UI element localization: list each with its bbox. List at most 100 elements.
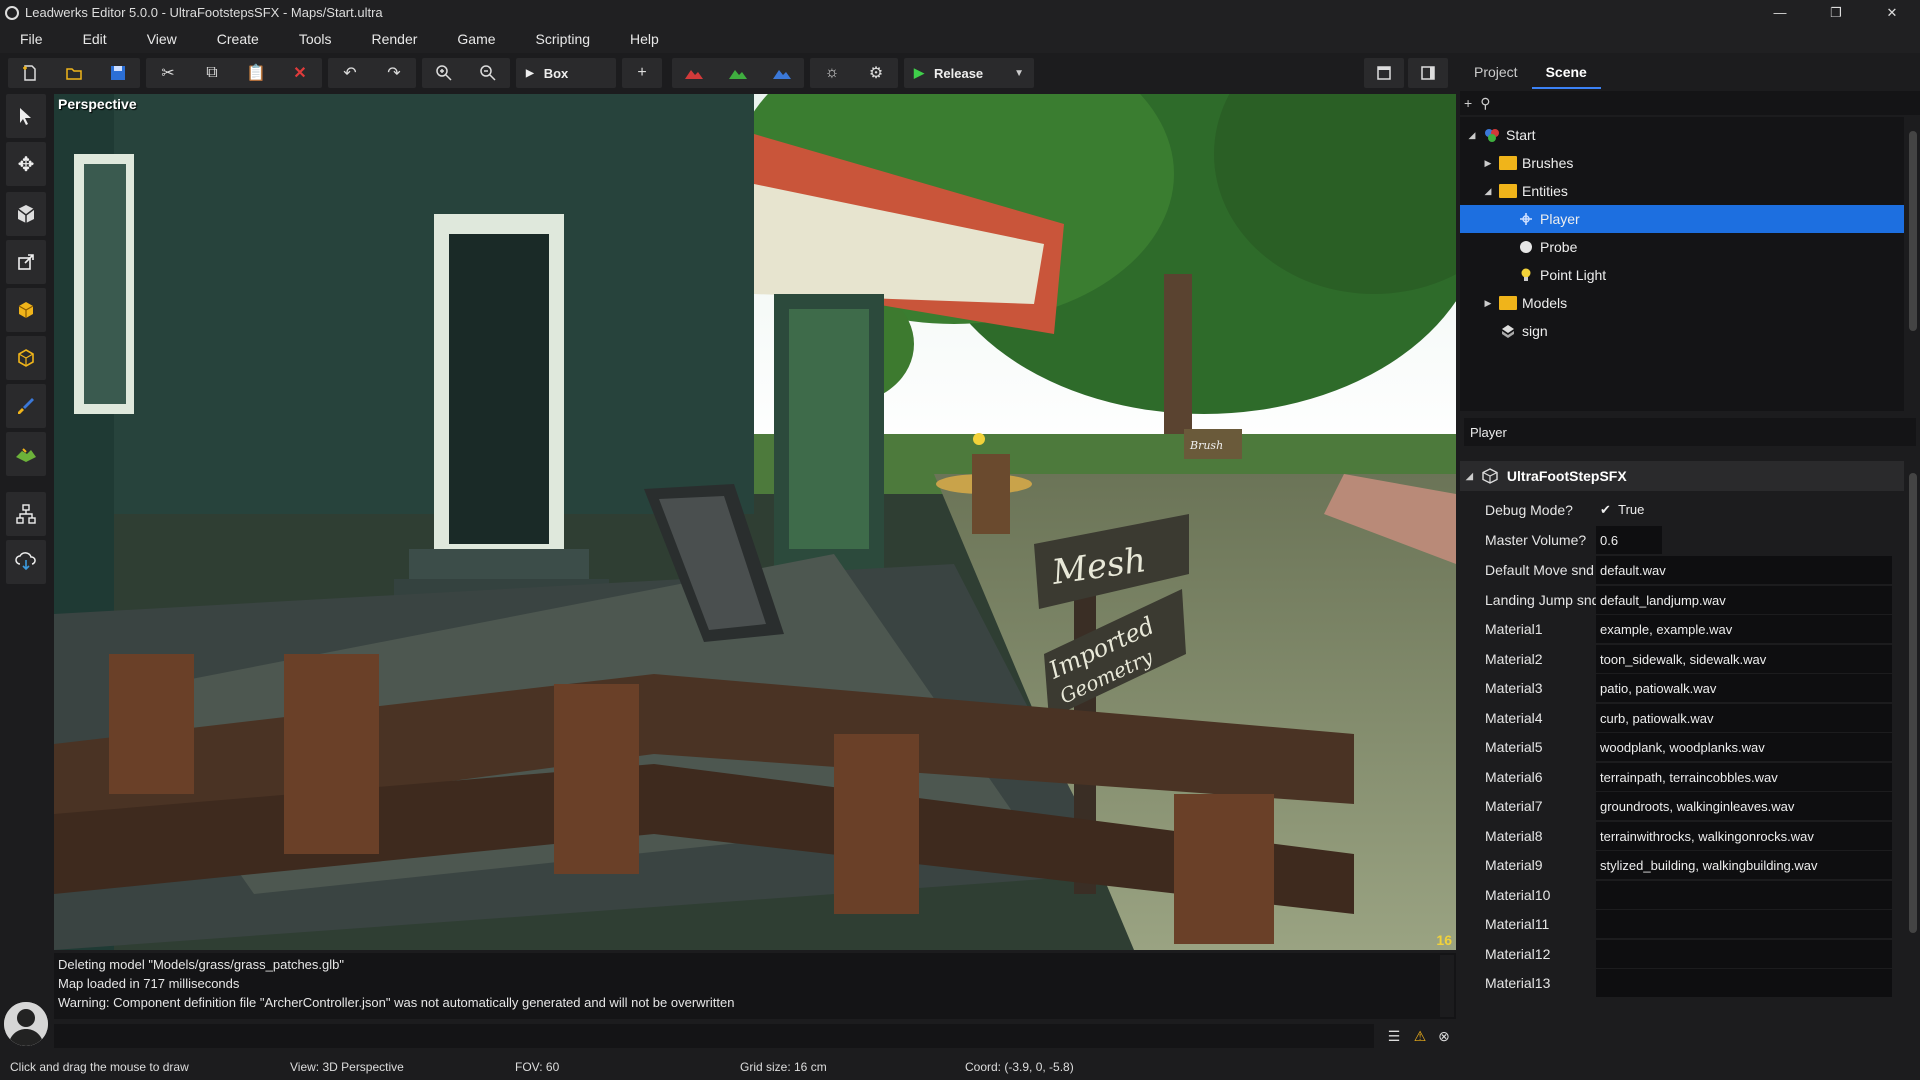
property-value-field[interactable]: default_landjump.wav bbox=[1596, 585, 1892, 614]
tree-item-models[interactable]: ▶ Models bbox=[1460, 289, 1904, 317]
delete-icon[interactable]: ✕ bbox=[278, 58, 322, 88]
property-value-field[interactable]: stylized_building, walkingbuilding.wav bbox=[1596, 851, 1892, 879]
list-icon[interactable]: ☰ bbox=[1384, 1026, 1404, 1046]
property-value-field[interactable]: terrainpath, terraincobbles.wav bbox=[1596, 762, 1892, 791]
avatar[interactable] bbox=[4, 1002, 48, 1046]
undo-icon[interactable]: ↶ bbox=[328, 58, 372, 88]
layout-buttons bbox=[1364, 58, 1452, 88]
tab-scene[interactable]: Scene bbox=[1531, 55, 1601, 89]
property-value-field[interactable] bbox=[1596, 939, 1892, 968]
menu-render[interactable]: Render bbox=[352, 25, 438, 53]
menu-help[interactable]: Help bbox=[610, 25, 679, 53]
property-value-field[interactable]: toon_sidewalk, sidewalk.wav bbox=[1596, 644, 1892, 673]
expand-arrow-icon[interactable]: ◢ bbox=[1466, 130, 1478, 141]
side-panel-icon[interactable] bbox=[1408, 58, 1448, 88]
property-value-field[interactable] bbox=[1596, 910, 1892, 938]
component-header[interactable]: ◢ UltraFootStepSFX bbox=[1460, 461, 1904, 491]
scene-tree: ◢ Start ▶ Brushes ◢ Entities Player Prob… bbox=[1460, 117, 1904, 411]
copy-icon[interactable]: ⧉ bbox=[190, 58, 234, 88]
expand-arrow-icon[interactable]: ◢ bbox=[1482, 186, 1494, 197]
console-line: Map loaded in 717 milliseconds bbox=[58, 976, 240, 991]
cloud-download-icon[interactable] bbox=[6, 540, 46, 584]
add-icon[interactable]: + bbox=[1464, 95, 1472, 111]
property-value-field[interactable]: groundroots, walkinginleaves.wav bbox=[1596, 792, 1892, 820]
zoom-out-icon[interactable] bbox=[466, 58, 510, 88]
tree-item-probe[interactable]: Probe bbox=[1460, 233, 1904, 261]
property-value-field[interactable] bbox=[1596, 969, 1892, 997]
menu-create[interactable]: Create bbox=[197, 25, 279, 53]
terrain-paint-icon[interactable] bbox=[6, 432, 46, 476]
build-config-dropdown[interactable]: ▶ Release ▼ bbox=[904, 58, 1034, 88]
menu-tools[interactable]: Tools bbox=[279, 25, 352, 53]
box-brush-icon[interactable] bbox=[6, 288, 46, 332]
lighting-icon[interactable]: ☼ bbox=[810, 58, 854, 88]
expand-arrow-icon[interactable]: ▶ bbox=[1482, 158, 1494, 169]
debug-checkbox[interactable]: ✔ True bbox=[1600, 502, 1644, 518]
collapse-arrow-icon[interactable]: ◢ bbox=[1466, 471, 1473, 482]
tree-item-start[interactable]: ◢ Start bbox=[1460, 121, 1904, 149]
terrain-green-icon[interactable] bbox=[716, 58, 760, 88]
property-value-field[interactable]: curb, patiowalk.wav bbox=[1596, 703, 1892, 732]
property-label: Master Volume? bbox=[1485, 532, 1587, 548]
minimize-button[interactable]: — bbox=[1752, 0, 1808, 25]
rotate-cube-icon[interactable] bbox=[6, 192, 46, 236]
tree-item-player[interactable]: Player bbox=[1460, 205, 1904, 233]
tree-item-point-light[interactable]: Point Light bbox=[1460, 261, 1904, 289]
maximize-button[interactable]: ❐ bbox=[1808, 0, 1864, 25]
menu-edit[interactable]: Edit bbox=[63, 25, 127, 53]
property-value-field[interactable]: default.wav bbox=[1596, 556, 1892, 584]
open-folder-icon[interactable] bbox=[52, 58, 96, 88]
menu-file[interactable]: File bbox=[0, 25, 63, 53]
redo-icon[interactable]: ↷ bbox=[372, 58, 416, 88]
property-value-field[interactable]: patio, patiowalk.wav bbox=[1596, 674, 1892, 702]
clear-icon[interactable]: ⊗ bbox=[1434, 1026, 1454, 1046]
menu-view[interactable]: View bbox=[127, 25, 197, 53]
new-file-icon[interactable] bbox=[8, 58, 52, 88]
tree-scrollbar[interactable] bbox=[1906, 117, 1920, 411]
brush-shape-label: Box bbox=[543, 65, 569, 81]
add-icon[interactable]: + bbox=[622, 58, 662, 88]
single-view-icon[interactable] bbox=[1364, 58, 1404, 88]
property-value-field[interactable] bbox=[1596, 880, 1892, 909]
expand-arrow-icon[interactable]: ▶ bbox=[1482, 298, 1494, 309]
property-value-field[interactable]: terrainwithrocks, walkingonrocks.wav bbox=[1596, 821, 1892, 850]
close-window-button[interactable]: ✕ bbox=[1864, 0, 1920, 25]
console-input-bar: ☰ ⚠ ⊗ bbox=[54, 1022, 1456, 1050]
hierarchy-icon[interactable] bbox=[6, 492, 46, 536]
cut-icon[interactable]: ✂ bbox=[146, 58, 190, 88]
entity-name-field[interactable]: Player bbox=[1464, 418, 1916, 446]
paint-brush-icon[interactable] bbox=[6, 384, 46, 428]
warning-icon[interactable]: ⚠ bbox=[1410, 1026, 1430, 1046]
property-label: Landing Jump snd bbox=[1485, 591, 1600, 608]
properties-scrollbar[interactable] bbox=[1906, 455, 1920, 1053]
terrain-blue-icon[interactable] bbox=[760, 58, 804, 88]
property-row: Material8 terrainwithrocks, walkingonrock… bbox=[1460, 821, 1904, 851]
menu-game[interactable]: Game bbox=[437, 25, 515, 53]
paste-icon[interactable]: 📋 bbox=[234, 58, 278, 88]
tree-item-entities[interactable]: ◢ Entities bbox=[1460, 177, 1904, 205]
menu-scripting[interactable]: Scripting bbox=[516, 25, 610, 53]
probe-icon bbox=[1520, 241, 1532, 253]
save-icon[interactable] bbox=[96, 58, 140, 88]
brush-shape-dropdown[interactable]: ▶ Box bbox=[516, 58, 616, 88]
tree-item-sign[interactable]: sign bbox=[1460, 317, 1904, 345]
console-scrollbar[interactable] bbox=[1440, 955, 1454, 1017]
tab-project[interactable]: Project bbox=[1460, 55, 1532, 89]
scale-icon[interactable] bbox=[6, 240, 46, 284]
select-arrow-icon[interactable] bbox=[6, 94, 46, 138]
tree-item-brushes[interactable]: ▶ Brushes bbox=[1460, 149, 1904, 177]
status-hint: Click and drag the mouse to draw bbox=[10, 1060, 189, 1074]
property-value-field[interactable]: woodplank, woodplanks.wav bbox=[1596, 733, 1892, 761]
property-label: Material13 bbox=[1485, 975, 1551, 991]
property-value-field[interactable]: example, example.wav bbox=[1596, 615, 1892, 643]
volume-spinbox[interactable]: 0.6 bbox=[1596, 526, 1662, 554]
move-arrows-icon[interactable]: ✥ bbox=[6, 142, 46, 186]
zoom-in-icon[interactable] bbox=[422, 58, 466, 88]
brush-sign-text: Brush bbox=[1189, 439, 1223, 452]
search-icon[interactable]: ⚲ bbox=[1480, 95, 1490, 112]
console-input[interactable] bbox=[54, 1024, 1374, 1048]
wire-box-icon[interactable] bbox=[6, 336, 46, 380]
terrain-red-icon[interactable] bbox=[672, 58, 716, 88]
viewport-3d[interactable]: Perspective Mesh Imported Geometry Brush… bbox=[54, 94, 1456, 950]
settings-gear-icon[interactable]: ⚙ bbox=[854, 58, 898, 88]
